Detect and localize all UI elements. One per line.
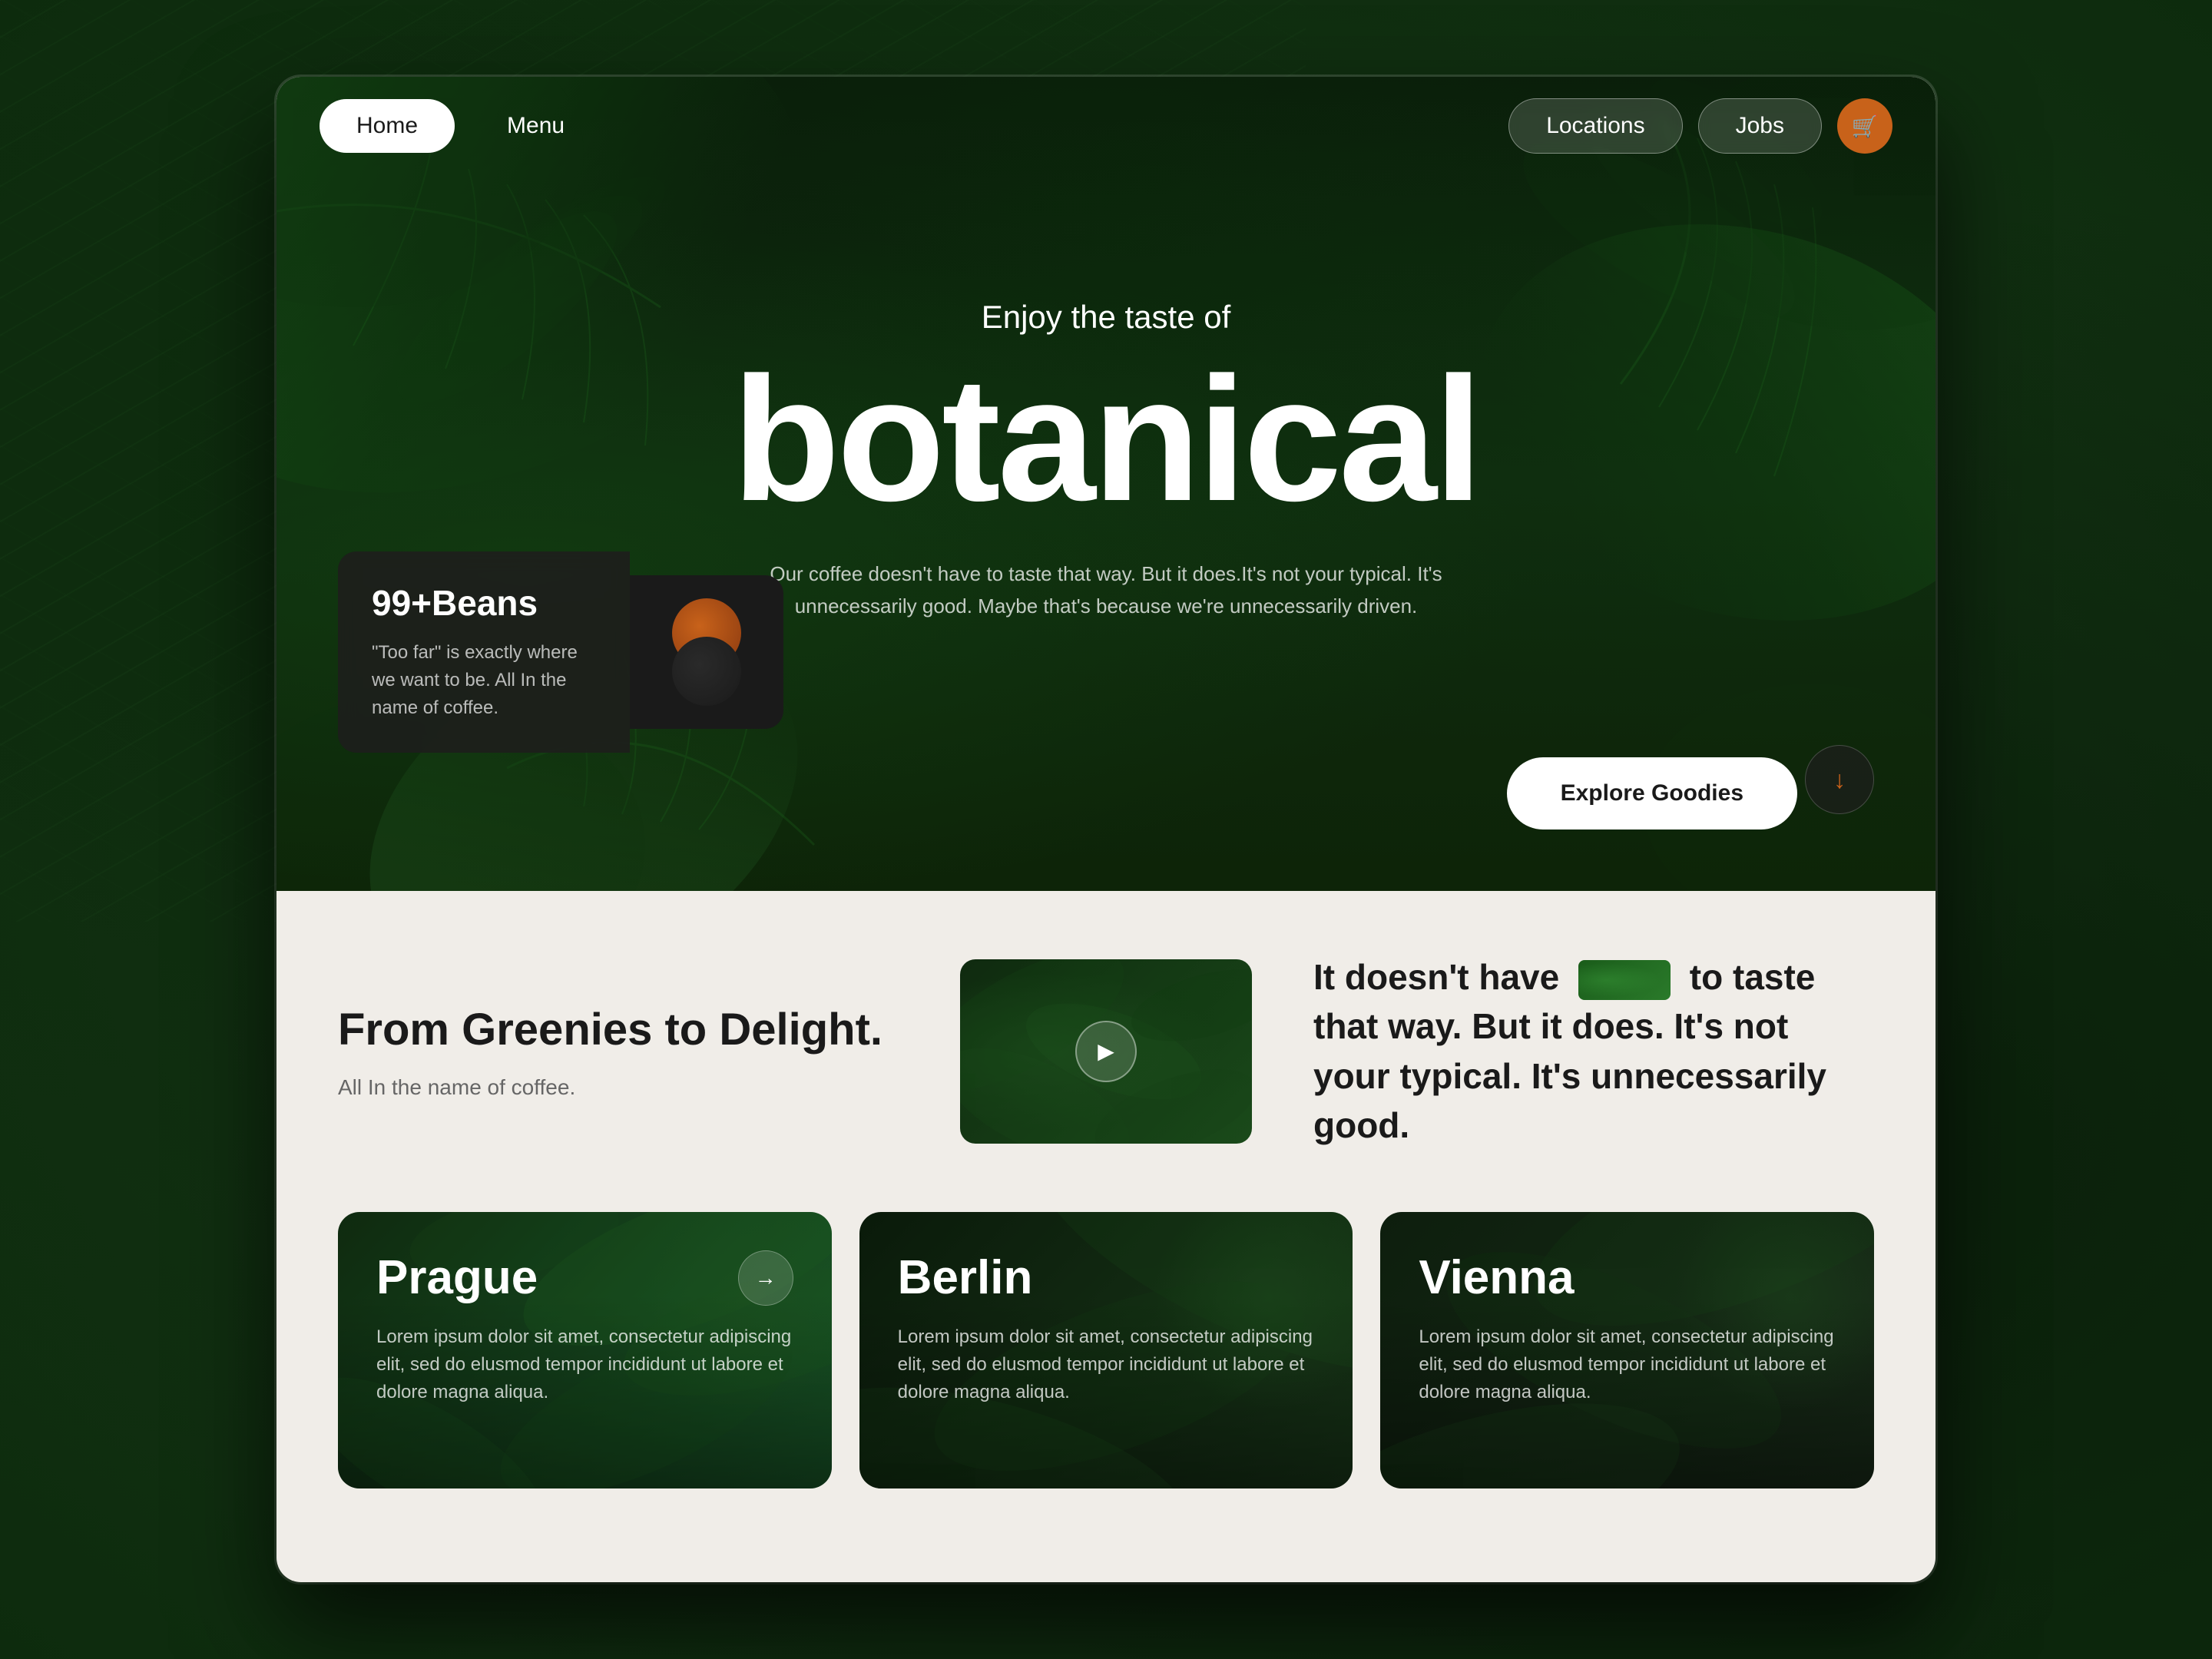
nav-jobs[interactable]: Jobs	[1698, 98, 1822, 154]
content-section: From Greenies to Delight. All In the nam…	[276, 891, 1936, 1197]
content-right: It doesn't have to taste that way. But i…	[1313, 952, 1874, 1151]
berlin-card-content: Berlin Lorem ipsum dolor sit amet, conse…	[859, 1212, 1353, 1488]
beans-quote: "Too far" is exactly where we want to be…	[372, 639, 596, 722]
coffee-bean-dark	[672, 637, 741, 706]
navbar: Home Menu Locations Jobs 🛒	[276, 77, 1936, 175]
nav-locations[interactable]: Locations	[1508, 98, 1682, 154]
hero-description: Our coffee doesn't have to taste that wa…	[760, 558, 1452, 622]
vienna-desc: Lorem ipsum dolor sit amet, consectetur …	[1419, 1323, 1836, 1450]
berlin-desc: Lorem ipsum dolor sit amet, consectetur …	[898, 1323, 1315, 1450]
beans-image	[630, 575, 783, 729]
prague-arrow[interactable]: →	[738, 1250, 793, 1306]
city-card-berlin[interactable]: Berlin Lorem ipsum dolor sit amet, conse…	[859, 1212, 1353, 1488]
content-left: From Greenies to Delight. All In the nam…	[338, 1003, 899, 1100]
text-before-leaf: It doesn't have	[1313, 957, 1559, 997]
beans-info: 99+Beans "Too far" is exactly where we w…	[338, 551, 630, 753]
browser-window: Home Menu Locations Jobs 🛒 Enjoy the tas…	[276, 77, 1936, 1582]
prague-desc: Lorem ipsum dolor sit amet, consectetur …	[376, 1323, 793, 1450]
nav-home[interactable]: Home	[320, 99, 455, 153]
hero-title: botanical	[732, 351, 1480, 528]
vienna-card-content: Vienna Lorem ipsum dolor sit amet, conse…	[1380, 1212, 1874, 1488]
vienna-name: Vienna	[1419, 1250, 1836, 1305]
content-right-text: It doesn't have to taste that way. But i…	[1313, 952, 1874, 1151]
city-card-prague[interactable]: Prague Lorem ipsum dolor sit amet, conse…	[338, 1212, 832, 1488]
play-button[interactable]: ▶	[1075, 1021, 1137, 1082]
cities-section: Prague Lorem ipsum dolor sit amet, conse…	[276, 1197, 1936, 1550]
video-thumbnail[interactable]: ▶	[960, 959, 1252, 1144]
explore-goodies-button[interactable]: Explore Goodies	[1507, 757, 1797, 830]
cart-icon: 🛒	[1852, 114, 1879, 139]
prague-name: Prague	[376, 1250, 793, 1305]
city-card-vienna[interactable]: Vienna Lorem ipsum dolor sit amet, conse…	[1380, 1212, 1874, 1488]
leaf-image-inline	[1578, 960, 1671, 1000]
beans-card: 99+Beans "Too far" is exactly where we w…	[338, 551, 783, 753]
hero-section: Home Menu Locations Jobs 🛒 Enjoy the tas…	[276, 77, 1936, 891]
beans-number: 99+Beans	[372, 582, 596, 624]
hero-content: Enjoy the taste of botanical Our coffee …	[655, 299, 1557, 622]
scroll-down-button[interactable]: ↓	[1805, 745, 1874, 814]
berlin-name: Berlin	[898, 1250, 1315, 1305]
hero-subtitle: Enjoy the taste of	[732, 299, 1480, 336]
nav-menu[interactable]: Menu	[470, 99, 601, 153]
section-subtitle: All In the name of coffee.	[338, 1075, 899, 1100]
scroll-down-icon: ↓	[1833, 766, 1846, 794]
section-title: From Greenies to Delight.	[338, 1003, 899, 1057]
coffee-circles-visual	[661, 598, 753, 706]
cart-button[interactable]: 🛒	[1837, 98, 1892, 154]
